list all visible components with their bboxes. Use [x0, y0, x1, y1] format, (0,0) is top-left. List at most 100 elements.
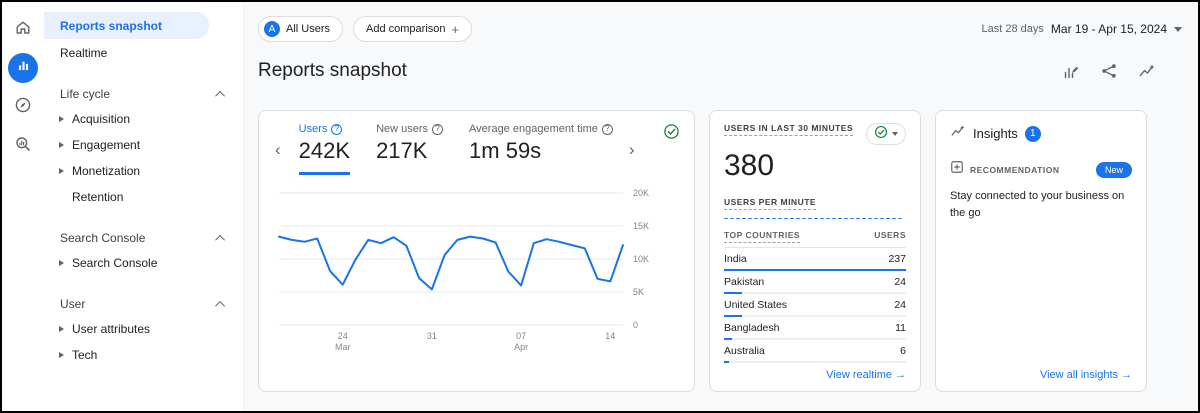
per-minute-bar [892, 218, 896, 219]
per-minute-bar [880, 218, 884, 219]
per-minute-bar [898, 218, 902, 219]
sidebar-item-label: User attributes [72, 322, 150, 336]
sidebar-item-realtime[interactable]: Realtime [44, 39, 243, 66]
sidebar-section-life-cycle[interactable]: Life cycle [44, 82, 243, 106]
metric-new-users[interactable]: New users 217K [376, 123, 443, 175]
insights-card: Insights 1 RECOMMENDATION New Stay conne… [935, 110, 1147, 392]
realtime-title: USERS IN LAST 30 MINUTES [724, 123, 853, 136]
per-minute-bar [802, 218, 806, 219]
help-icon [331, 124, 342, 135]
per-minute-bar [868, 218, 872, 219]
metric-label: Average engagement time [469, 123, 598, 135]
sidebar-item-reports-snapshot[interactable]: Reports snapshot [44, 12, 209, 39]
overview-card: Users 242K New users 217K [258, 110, 695, 392]
home-icon [14, 18, 32, 41]
per-minute-bar [808, 218, 812, 219]
nav-advertising-button[interactable] [8, 131, 38, 161]
per-minute-bar [796, 218, 800, 219]
users-column-label: USERS [874, 230, 906, 243]
view-realtime-link[interactable]: View realtime→ [724, 363, 906, 381]
realtime-users-value: 380 [724, 150, 906, 182]
metric-label: New users [376, 123, 428, 135]
data-quality-check-icon[interactable] [663, 123, 680, 145]
add-comparison-chip[interactable]: Add comparison [353, 16, 472, 42]
nav-reports-button[interactable] [8, 53, 38, 83]
per-minute-bar [790, 218, 794, 219]
reports-sidebar: Reports snapshot Realtime Life cycle Acq… [44, 2, 244, 411]
per-minute-bar [886, 218, 890, 220]
users-line-chart: 05K10K15K20K24Mar3107Apr14 [273, 185, 678, 373]
per-minute-bar [820, 218, 824, 219]
svg-text:5K: 5K [633, 287, 644, 297]
main-content: A All Users Add comparison Last 28 days … [244, 2, 1198, 411]
arrow-right-icon: → [895, 369, 906, 381]
sidebar-item-search-console[interactable]: Search Console [44, 250, 243, 276]
insights-sparkle-icon[interactable] [1138, 62, 1156, 80]
svg-text:07: 07 [516, 331, 526, 341]
realtime-status-dropdown[interactable] [866, 123, 906, 145]
per-minute-bar [832, 218, 836, 219]
nav-home-button[interactable] [8, 14, 38, 44]
page-header: Reports snapshot [258, 56, 1184, 86]
per-minute-bar [862, 218, 866, 219]
per-minute-bar [742, 218, 746, 219]
sidebar-section-search-console[interactable]: Search Console [44, 226, 243, 250]
sidebar-section-user[interactable]: User [44, 292, 243, 316]
metric-users[interactable]: Users 242K [299, 123, 350, 175]
sidebar-item-label: Retention [72, 190, 123, 204]
sidebar-item-tech[interactable]: Tech [44, 342, 243, 368]
chevron-up-icon [215, 90, 225, 100]
expand-arrow-icon [59, 142, 64, 148]
check-circle-icon [874, 125, 888, 144]
svg-text:20K: 20K [633, 188, 649, 198]
next-metrics-button[interactable] [627, 141, 637, 158]
report-actions [1062, 62, 1184, 80]
svg-text:10K: 10K [633, 254, 649, 264]
expand-arrow-icon [59, 326, 64, 332]
chevron-up-icon [215, 300, 225, 310]
svg-text:Apr: Apr [514, 342, 528, 352]
per-minute-bar [730, 218, 734, 219]
sidebar-item-user-attributes[interactable]: User attributes [44, 316, 243, 342]
page-title: Reports snapshot [258, 60, 407, 82]
sidebar-item-engagement[interactable]: Engagement [44, 132, 243, 158]
section-title: Search Console [60, 231, 145, 245]
link-label: View all insights [1040, 369, 1118, 381]
svg-text:Mar: Mar [335, 342, 351, 352]
per-minute-bar [844, 218, 848, 219]
country-row: United States 24 [724, 294, 906, 317]
all-users-chip[interactable]: A All Users [258, 16, 343, 42]
comparison-topbar: A All Users Add comparison Last 28 days … [258, 14, 1184, 44]
date-range-preset: Last 28 days [982, 23, 1044, 35]
metric-value: 242K [299, 138, 350, 164]
metric-average-engagement-time[interactable]: Average engagement time 1m 59s [469, 123, 613, 175]
chevron-up-icon [215, 234, 225, 244]
recommendation-label: RECOMMENDATION [970, 165, 1059, 175]
previous-metrics-button[interactable] [273, 141, 283, 158]
sidebar-item-label: Acquisition [72, 112, 130, 126]
per-minute-bar [772, 218, 776, 219]
country-users: 237 [888, 253, 906, 266]
date-range-picker[interactable]: Last 28 days Mar 19 - Apr 15, 2024 [982, 22, 1184, 36]
country-users: 11 [895, 322, 906, 335]
per-minute-bar [874, 218, 878, 219]
country-users: 6 [900, 345, 906, 358]
sidebar-item-label: Reports snapshot [60, 19, 162, 33]
country-row: Australia 6 [724, 340, 906, 363]
metric-label: Users [299, 123, 328, 135]
view-all-insights-link[interactable]: View all insights→ [950, 363, 1132, 381]
country-name: Australia [724, 345, 765, 358]
sidebar-item-retention[interactable]: Retention [44, 184, 243, 210]
nav-explore-button[interactable] [8, 92, 38, 122]
sidebar-item-monetization[interactable]: Monetization [44, 158, 243, 184]
all-users-label: All Users [286, 23, 330, 35]
plus-icon [452, 22, 460, 37]
per-minute-bar [838, 218, 842, 219]
expand-arrow-icon [59, 168, 64, 174]
customize-report-icon[interactable] [1062, 62, 1080, 80]
link-label: View realtime [826, 369, 892, 381]
analytics-app-window: Reports snapshot Realtime Life cycle Acq… [0, 0, 1200, 413]
sidebar-item-acquisition[interactable]: Acquisition [44, 106, 243, 132]
share-icon[interactable] [1100, 62, 1118, 80]
add-comparison-label: Add comparison [366, 23, 446, 35]
